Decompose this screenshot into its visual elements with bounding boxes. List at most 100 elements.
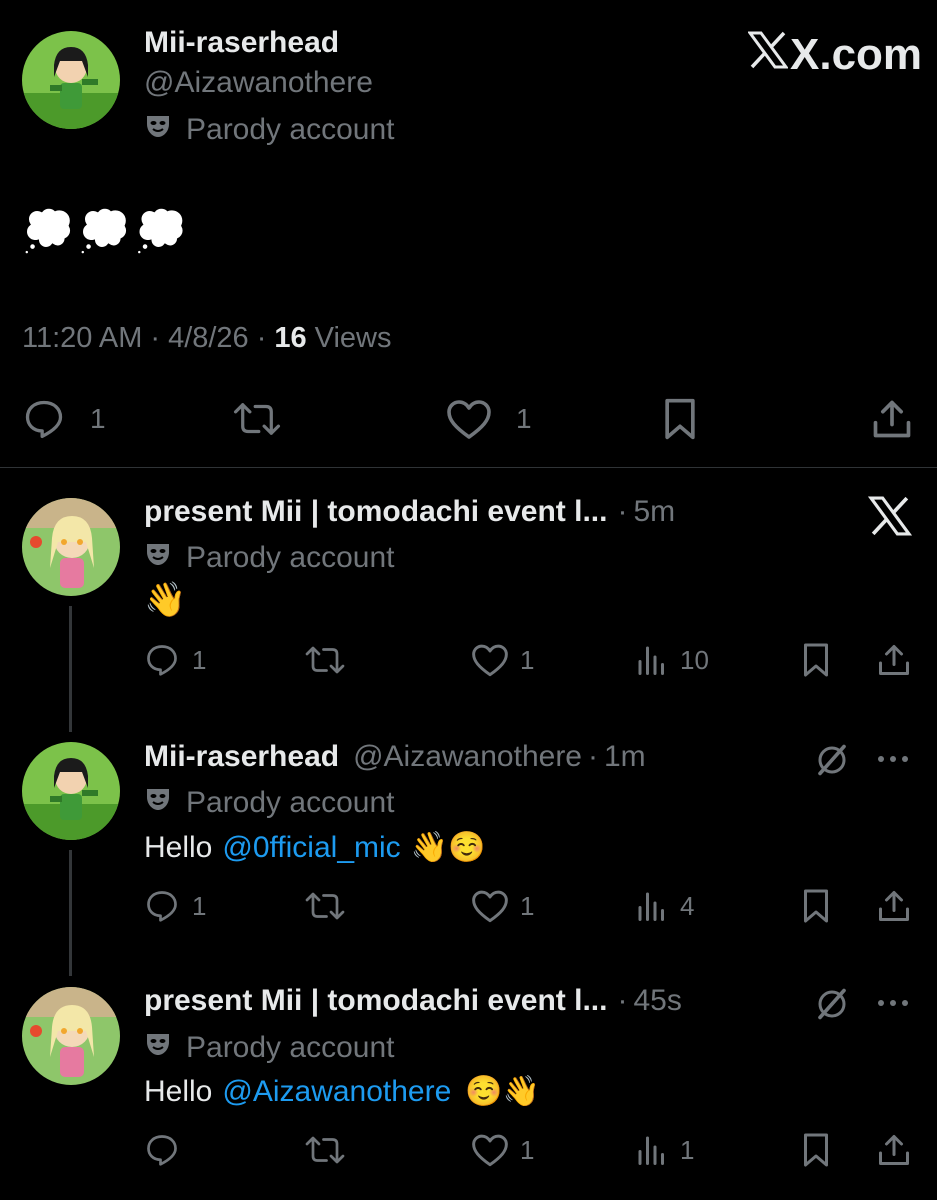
bookmark-button[interactable] [660,397,700,441]
separator: · [617,984,628,1017]
grok-icon[interactable] [814,986,850,1027]
mask-icon [144,785,172,821]
retweet-icon [304,888,346,924]
share-button[interactable] [876,888,912,924]
separator: · [617,495,628,528]
display-name[interactable]: present Mii | tomodachi event l... [144,984,607,1018]
like-button[interactable]: 1 [470,1132,534,1168]
share-icon [876,642,912,678]
tweet-time[interactable]: 11:20 AM [22,322,142,355]
share-icon [876,1132,912,1168]
retweet-button[interactable] [304,642,346,678]
bookmark-button[interactable] [800,642,832,678]
like-count: 1 [516,403,532,434]
brand-logo[interactable]: X.com [747,30,923,80]
reply-icon [144,1132,180,1168]
reply-text: 👋 [144,580,187,620]
avatar[interactable] [22,987,120,1085]
bookmark-button[interactable] [800,1132,832,1168]
reply-icon [22,397,66,441]
mask-icon [144,112,172,148]
grok-icon[interactable] [814,742,850,783]
views-icon [634,1132,670,1168]
reply-button[interactable]: 1 [144,642,206,678]
tweet-date[interactable]: 4/8/26 [168,322,249,355]
like-count: 1 [520,644,535,675]
parody-label: Parody account [186,1031,395,1064]
share-button[interactable] [876,1132,912,1168]
reply-icon [144,642,180,678]
mention-link[interactable]: @0fficial_mic [222,831,400,865]
views-button[interactable]: 1 [634,1132,694,1168]
like-icon [470,888,510,924]
share-button[interactable] [870,397,914,441]
views-icon [634,888,670,924]
like-button[interactable]: 1 [444,397,532,441]
post-age[interactable]: 1m [604,740,646,774]
post-age[interactable]: 45s [633,984,681,1018]
more-icon[interactable] [876,996,910,1015]
retweet-icon [304,1132,346,1168]
bookmark-icon [800,888,832,924]
retweet-icon [232,397,282,441]
parody-label: Parody account [186,541,395,574]
parody-label: Parody account [186,786,395,819]
views-count: 10 [680,644,709,675]
retweet-button[interactable] [304,1132,346,1168]
reply-text: Hello @Aizawanothere ☺️👋 [144,1074,540,1109]
mention-link[interactable]: @Aizawanothere [222,1075,451,1109]
separator: · [256,322,267,354]
views-icon [634,642,670,678]
thread-line [69,850,72,976]
views-count: 16 [274,322,307,354]
reply-count: 1 [192,644,207,675]
bookmark-icon [800,642,832,678]
display-name[interactable]: present Mii | tomodachi event l... [144,495,607,529]
more-icon[interactable] [876,752,910,771]
display-name[interactable]: Mii-raserhead [144,26,339,60]
like-count: 1 [520,1134,535,1165]
like-icon [470,642,510,678]
views-button[interactable]: 10 [634,642,709,678]
post-age[interactable]: 5m [633,495,675,529]
retweet-button[interactable] [304,888,346,924]
separator: · [588,740,598,773]
retweet-icon [304,642,346,678]
x-logo-icon [747,30,789,80]
avatar[interactable] [22,742,120,840]
share-button[interactable] [876,642,912,678]
mask-icon [144,1030,172,1066]
views-count: 4 [680,890,695,921]
reply-button[interactable]: 1 [22,397,106,441]
reply-count: 1 [90,403,106,434]
share-icon [876,888,912,924]
retweet-button[interactable] [232,397,282,441]
like-button[interactable]: 1 [470,642,534,678]
bookmark-button[interactable] [800,888,832,924]
like-icon [470,1132,510,1168]
reply-emoji: ☺️👋 [465,1074,541,1109]
avatar[interactable] [22,498,120,596]
reply-count: 1 [192,890,207,921]
x-logo-icon[interactable] [867,496,913,541]
reply-icon [144,888,180,924]
share-icon [870,397,914,441]
reply-button[interactable] [144,1132,180,1168]
reply-text-prefix: Hello [144,1074,213,1108]
mask-icon [144,540,172,576]
bookmark-icon [660,397,700,441]
reply-text-prefix: Hello [144,830,213,864]
views-button[interactable]: 4 [634,888,694,924]
avatar[interactable] [22,31,120,129]
divider [0,467,937,468]
display-name[interactable]: Mii-raserhead [144,740,339,774]
views-label: Views [314,322,392,354]
handle[interactable]: @Aizawanothere [353,740,582,774]
views-count: 1 [680,1134,695,1165]
bookmark-icon [800,1132,832,1168]
brand-text: X.com [790,30,923,79]
handle[interactable]: @Aizawanothere [144,66,373,100]
like-button[interactable]: 1 [470,888,534,924]
reply-button[interactable]: 1 [144,888,206,924]
separator: · [150,322,161,354]
